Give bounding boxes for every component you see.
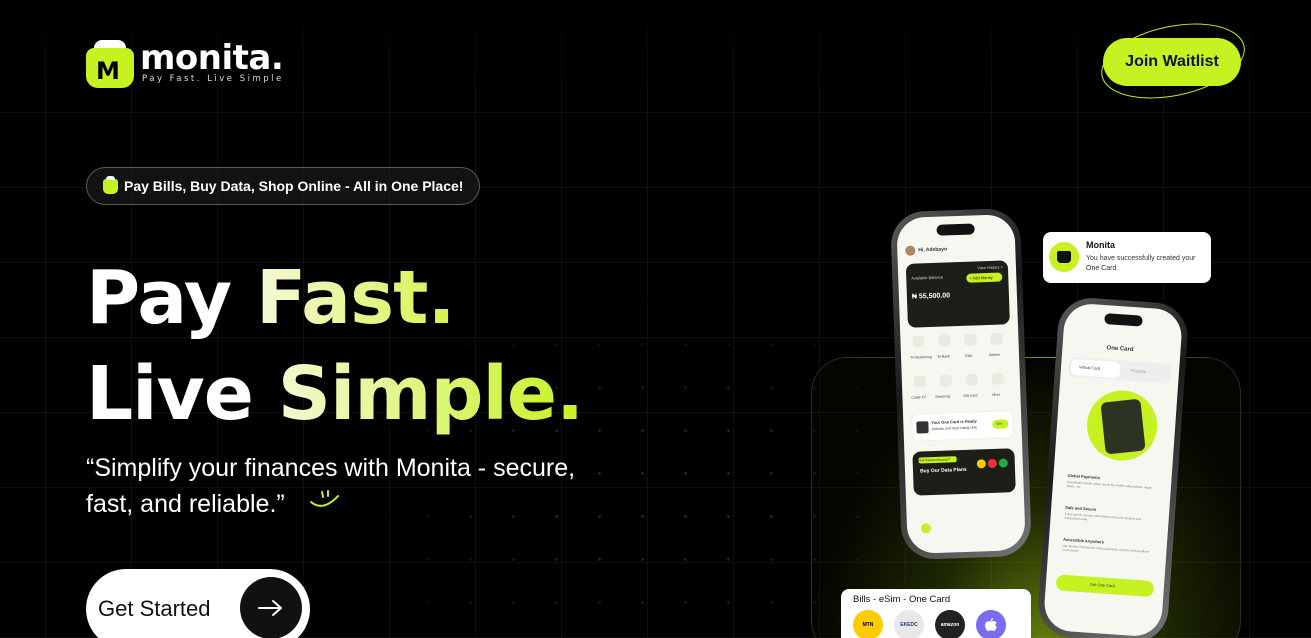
monita-notification-icon: [1049, 242, 1079, 272]
notification-message: You have successfully created your One C…: [1086, 255, 1196, 272]
notification-title: Monita: [1086, 240, 1115, 250]
bills-card-title: Bills - eSim - One Card: [853, 594, 951, 605]
service-gift: Gift Card: [963, 393, 978, 398]
bills-card: Bills - eSim - One Card MTN EKEDC amazon…: [841, 589, 1031, 638]
card-illustration: [1084, 388, 1160, 463]
get-started-label: Get Started: [98, 596, 211, 621]
one-card-banner: Your One Card is Ready Activate and Star…: [911, 410, 1014, 442]
apple-logo: apple: [976, 610, 1006, 638]
monita-logo-icon: M: [86, 40, 134, 88]
phone-mockup-home: Hi, Adebayo Available Balance View Histo…: [889, 207, 1033, 561]
headline-pay: Pay: [86, 255, 256, 341]
smile-doodle-icon: [310, 490, 339, 507]
one-card-title: Your One Card is Ready: [931, 418, 977, 426]
feature-global-title: Global Payments: [1067, 472, 1101, 481]
balance-card: Available Balance View History > + Add M…: [905, 260, 1010, 328]
brand-logo[interactable]: M monita. Pay Fast. Live Simple: [86, 40, 284, 88]
amazon-logo: amazon: [935, 610, 965, 638]
ekedc-logo: EKEDC: [894, 610, 924, 638]
feature-access-text: Use Monita OneCard for online payments, …: [1062, 543, 1150, 554]
avatar: [905, 245, 916, 256]
feature-global-text: Seamlessly handle online needs like Netf…: [1066, 479, 1153, 490]
mtn-logo: MTN: [853, 610, 883, 638]
tab-physical-card: Physical: [1130, 368, 1147, 375]
headline-simple: Simple.: [277, 351, 584, 437]
one-card-sub: Activate and Start Using Now: [931, 425, 978, 432]
feature-safe-title: Safe and Secure: [1065, 504, 1097, 512]
phone1-greeting: Hi, Adebayo: [918, 246, 948, 254]
brand-name: monita.: [140, 38, 284, 78]
join-waitlist-button[interactable]: Join Waitlist: [1103, 38, 1241, 86]
service-bank: To Bank: [936, 354, 950, 359]
arrow-right-icon: [240, 577, 302, 638]
balance-amount: ₦ 55,500.00: [911, 292, 951, 301]
brand-tagline: Pay Fast. Live Simple: [142, 74, 284, 84]
view-history-link: View History >: [977, 264, 1004, 271]
notification-card: Monita You have successfully created you…: [1043, 232, 1211, 283]
feature-safe-text: Enjoy top-tier security with Monita OneC…: [1064, 511, 1142, 522]
get-started-button[interactable]: Get Started: [86, 569, 310, 638]
promo-text: Buy Our Data Plans: [919, 466, 967, 475]
feature-pill-text: Pay Bills, Buy Data, Shop Online - All i…: [124, 178, 464, 194]
subtitle-line-1: “Simplify your finances with Monita - se…: [86, 454, 576, 482]
hero-subtitle: “Simplify your finances with Monita - se…: [86, 450, 646, 522]
service-data: Data: [964, 353, 973, 358]
service-more: More: [992, 392, 1001, 397]
subtitle-line-2: fast, and reliable.”: [86, 490, 285, 518]
service-cable: Cable TV: [911, 395, 927, 400]
service-tv: TV Monitoring: [909, 355, 932, 360]
home-tab-icon: [920, 523, 932, 534]
hero-headline: Pay Fast. Live Simple.: [86, 250, 584, 442]
one-card-get: Get: [996, 421, 1003, 426]
monita-mini-icon: [103, 175, 118, 194]
data-promo-card: For Internet Access? Buy Our Data Plans: [912, 448, 1016, 496]
headline-live: Live: [86, 351, 278, 437]
phone-mockup-onecard: One Card Virtual Card Physical Global Pa…: [1036, 295, 1190, 638]
onecard-title: One Card: [1106, 345, 1134, 354]
add-money-button: + Add Money: [969, 274, 993, 281]
feature-pill: Pay Bills, Buy Data, Shop Online - All i…: [86, 167, 481, 205]
service-electricity: Electricity: [935, 394, 951, 399]
service-airtime: Airtime: [988, 352, 1000, 358]
balance-label: Available Balance: [911, 274, 944, 281]
headline-fast: Fast.: [255, 255, 456, 341]
